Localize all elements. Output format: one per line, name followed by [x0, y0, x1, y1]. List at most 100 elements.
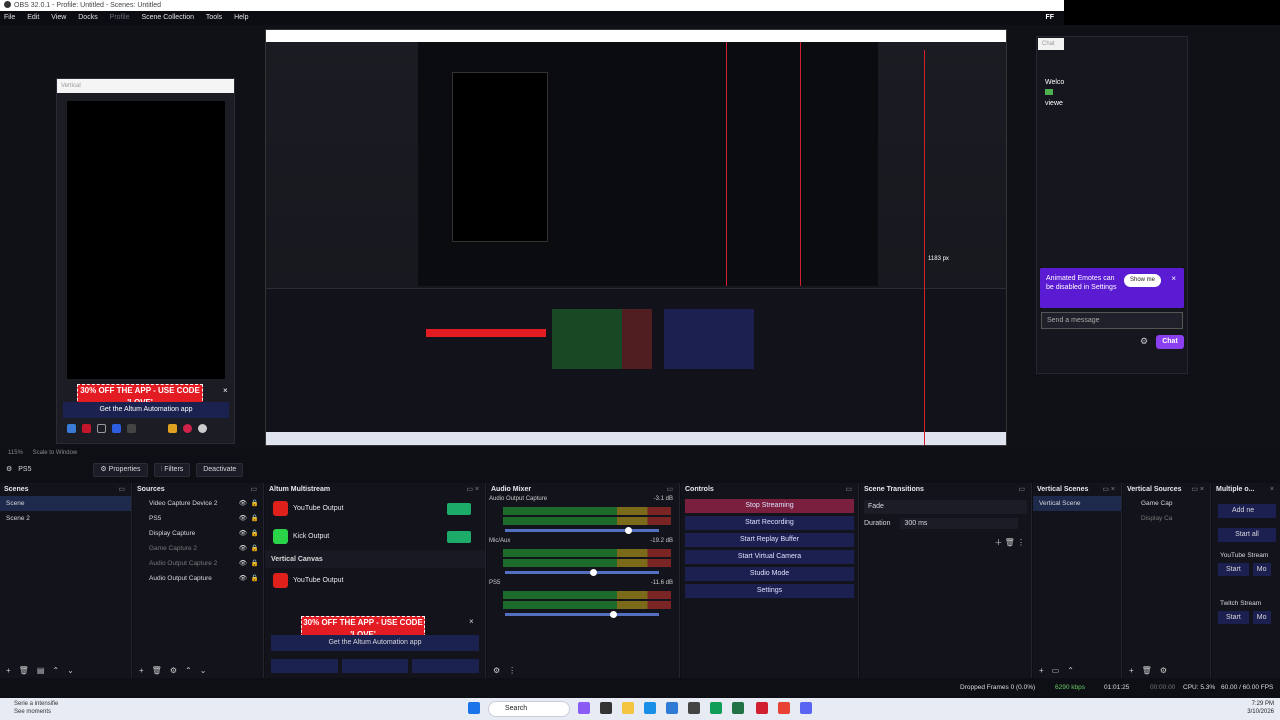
add-icon[interactable]: + — [6, 666, 11, 675]
menu-edit[interactable]: Edit — [27, 14, 39, 21]
volume-slider[interactable] — [505, 611, 659, 618]
start-twitch-button[interactable]: Start — [1218, 611, 1249, 624]
gear-icon[interactable]: ⚙ — [1140, 336, 1148, 347]
camera-icon[interactable] — [112, 424, 121, 433]
kick-toggle[interactable] — [447, 531, 471, 543]
settings-icon[interactable] — [271, 659, 338, 673]
start-recording-button[interactable]: Start Recording — [685, 516, 854, 530]
menu-profile[interactable]: Profile — [110, 14, 130, 21]
up-icon[interactable]: ⌃ — [52, 666, 59, 675]
record-icon[interactable] — [82, 424, 91, 433]
chrome-icon[interactable] — [778, 702, 790, 714]
replay-icon[interactable] — [127, 424, 136, 433]
sources-footer: + 🗑 ⚙ ⌃ ⌄ — [133, 664, 263, 678]
menu-tools[interactable]: Tools — [206, 14, 222, 21]
settings-button[interactable]: Settings — [685, 584, 854, 598]
studio-mode-button[interactable]: Studio Mode — [685, 567, 854, 581]
volume-slider[interactable] — [505, 527, 659, 534]
app-icon[interactable] — [756, 702, 768, 714]
chat-input[interactable]: Send a message — [1041, 312, 1183, 329]
app-icon[interactable] — [710, 702, 722, 714]
youtube-toggle[interactable] — [447, 503, 471, 515]
scene-item[interactable]: Scene 2 — [0, 511, 131, 526]
more-icon[interactable]: ⋮ — [508, 666, 516, 675]
down-icon[interactable]: ⌄ — [67, 666, 74, 675]
source-item[interactable]: Audio Output Capture 2 👁 🔒 — [133, 556, 263, 571]
vertical-source-item[interactable]: Display Ca — [1123, 511, 1210, 526]
vertical-source-item[interactable]: Game Cap — [1123, 496, 1210, 511]
trash-icon[interactable]: 🗑 — [19, 666, 29, 675]
zoom-level[interactable]: 115% — [8, 450, 23, 456]
source-item[interactable]: Game Capture 2 👁 🔒 — [133, 541, 263, 556]
app-icon[interactable] — [800, 702, 812, 714]
close-icon[interactable]: × — [469, 617, 474, 626]
app-icon[interactable] — [688, 702, 700, 714]
source-item[interactable]: Audio Output Capture 👁 🔒 — [133, 571, 263, 586]
chat-send-button[interactable]: Chat — [1156, 335, 1184, 349]
gear-icon[interactable]: ⚙ — [493, 666, 500, 675]
preview-area[interactable]: Vertical 30% OFF THE APP - USE CODE 'LOV… — [0, 25, 1280, 448]
transition-buttons[interactable]: ＋ 🗑 ⋮ — [994, 537, 1025, 548]
more-youtube-button[interactable]: Mo — [1252, 563, 1271, 576]
volume-slider[interactable] — [505, 569, 659, 576]
add-new-button[interactable]: Add ne — [1218, 504, 1276, 518]
show-me-button[interactable]: Show me — [1124, 274, 1162, 287]
app-icon[interactable] — [644, 702, 656, 714]
start-replay-buffer-button[interactable]: Start Replay Buffer — [685, 533, 854, 547]
start-all-button[interactable]: Start all — [1218, 528, 1276, 542]
refresh-icon[interactable] — [412, 659, 480, 673]
folder-icon[interactable] — [622, 702, 634, 714]
duration-input[interactable]: 300 ms — [900, 518, 1019, 529]
start-virtual-camera-button[interactable]: Start Virtual Camera — [685, 550, 854, 564]
stop-icon[interactable] — [97, 424, 106, 433]
properties-button[interactable]: ⚙ Properties — [93, 463, 148, 477]
gear-icon[interactable]: ⚙ — [170, 666, 177, 675]
more-twitch-button[interactable]: Mo — [1252, 611, 1271, 624]
stream-icon[interactable] — [67, 424, 76, 433]
menu-help[interactable]: Help — [234, 14, 248, 21]
vertical-scene-item[interactable]: Vertical Scene — [1033, 496, 1121, 511]
deactivate-button[interactable]: Deactivate — [196, 463, 244, 477]
main-preview[interactable]: 1183 px — [265, 29, 1007, 446]
app-icon[interactable] — [578, 702, 590, 714]
start-youtube-button[interactable]: Start — [1218, 563, 1249, 576]
source-toolbar: ⚙ PS5 ⚙ Properties ⫶ Filters Deactivate — [0, 460, 1280, 480]
kbps: 6290 kbps — [1055, 684, 1085, 691]
heart-icon[interactable] — [183, 424, 192, 433]
down-icon[interactable]: ⌄ — [200, 666, 207, 675]
vertical-toggle[interactable] — [447, 575, 471, 587]
windows-start-icon[interactable] — [468, 702, 480, 714]
menu-file[interactable]: File — [4, 14, 15, 21]
menu-scene-collection[interactable]: Scene Collection — [141, 14, 194, 21]
settings-icon[interactable] — [168, 424, 177, 433]
system-tray[interactable]: 7:29 PM 3/10/2026 — [1247, 700, 1274, 716]
taskbar-search[interactable]: Search — [488, 701, 570, 717]
chat-tab[interactable]: Chat — [1038, 38, 1064, 50]
app-icon[interactable] — [600, 702, 612, 714]
stop-streaming-button[interactable]: Stop Streaming — [685, 499, 854, 513]
vertical-preview — [67, 101, 225, 379]
add-icon[interactable]: + — [139, 666, 144, 675]
filters-button[interactable]: ⫶ Filters — [153, 463, 191, 477]
heart-icon[interactable] — [341, 659, 409, 673]
close-icon[interactable]: × — [223, 386, 228, 395]
app-icon[interactable] — [732, 702, 744, 714]
source-item[interactable]: Video Capture Device 2 👁 🔒 — [133, 496, 263, 511]
news-widget[interactable]: Serie a intensifie See moments — [14, 700, 58, 716]
source-item[interactable]: PS5 👁 🔒 — [133, 511, 263, 526]
close-icon[interactable]: × — [1171, 274, 1176, 283]
vertical-canvas[interactable]: Vertical 30% OFF THE APP - USE CODE 'LOV… — [56, 78, 235, 444]
scene-item[interactable]: Scene — [0, 496, 131, 511]
source-item[interactable]: Display Capture 👁 🔒 — [133, 526, 263, 541]
app-icon[interactable] — [666, 702, 678, 714]
filter-icon[interactable]: ▤ — [37, 666, 45, 675]
transition-select[interactable]: Fade — [864, 500, 1027, 514]
up-icon[interactable]: ⌃ — [185, 666, 192, 675]
trash-icon[interactable]: 🗑 — [152, 666, 162, 675]
menu-docks[interactable]: Docks — [78, 14, 97, 21]
menu-view[interactable]: View — [51, 14, 66, 21]
get-app-button[interactable]: Get the Altum Automation app — [63, 402, 229, 418]
scale-mode[interactable]: Scale to Window — [33, 450, 78, 456]
refresh-icon[interactable] — [198, 424, 207, 433]
get-app-button[interactable]: Get the Altum Automation app — [271, 635, 479, 651]
